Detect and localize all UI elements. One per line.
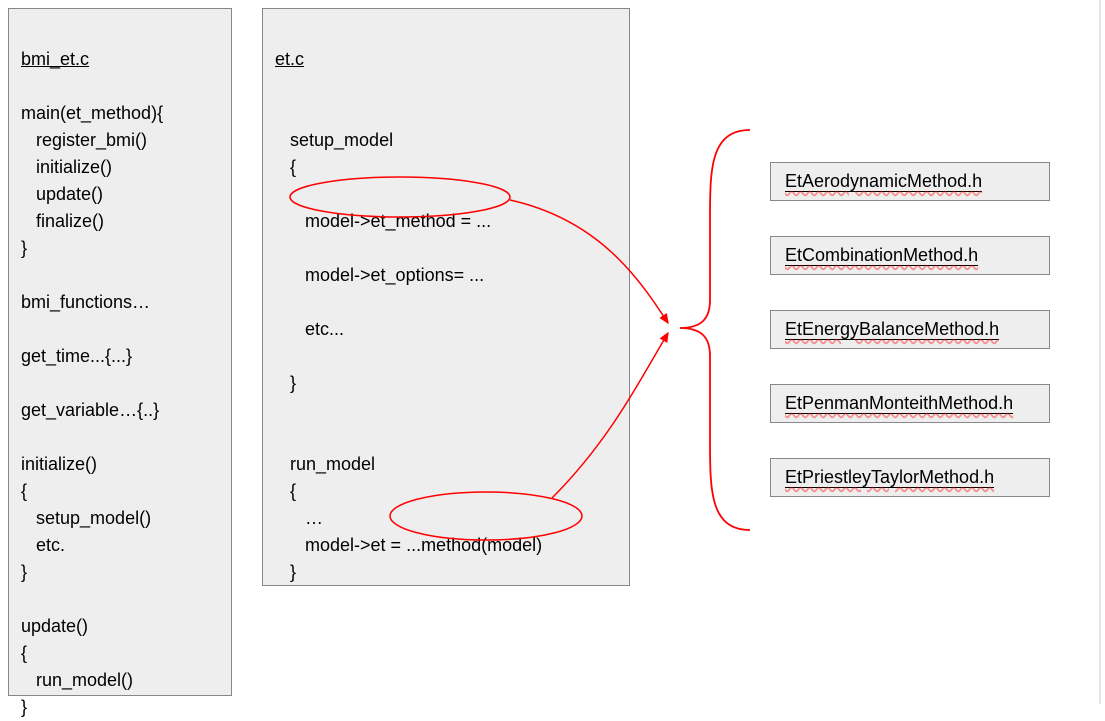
code-box-et: et.c setup_model { model->et_method = ..… [262, 8, 630, 586]
code-box-bmi-et: bmi_et.c main(et_method){ register_bmi()… [8, 8, 232, 696]
header-box-energy-balance: EtEnergyBalanceMethod.h [770, 310, 1050, 349]
header-label: EtCombinationMethod.h [785, 245, 978, 266]
box1-title: bmi_et.c [21, 49, 89, 69]
box1-code: main(et_method){ register_bmi() initiali… [21, 103, 163, 717]
header-box-penman-monteith: EtPenmanMonteithMethod.h [770, 384, 1050, 423]
annotation-brace [680, 130, 750, 530]
header-label: EtPriestleyTaylorMethod.h [785, 467, 994, 488]
box2-code: setup_model { model->et_method = ... mod… [275, 130, 542, 582]
header-box-aerodynamic: EtAerodynamicMethod.h [770, 162, 1050, 201]
header-label: EtEnergyBalanceMethod.h [785, 319, 999, 340]
header-label: EtPenmanMonteithMethod.h [785, 393, 1013, 414]
header-label: EtAerodynamicMethod.h [785, 171, 982, 192]
header-box-priestley-taylor: EtPriestleyTaylorMethod.h [770, 458, 1050, 497]
box2-title: et.c [275, 49, 304, 69]
header-box-combination: EtCombinationMethod.h [770, 236, 1050, 275]
